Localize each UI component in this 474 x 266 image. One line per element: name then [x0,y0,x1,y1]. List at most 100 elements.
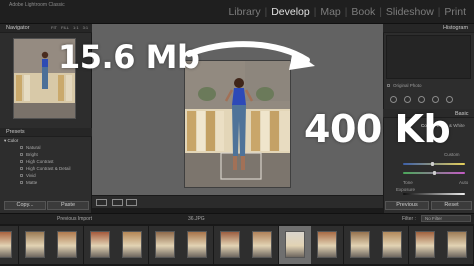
filmstrip-thumb[interactable] [51,226,83,264]
filmstrip-thumb[interactable] [148,226,181,264]
zoom-fill[interactable]: FILL [61,25,69,30]
filmstrip-thumb[interactable] [83,226,116,264]
filmstrip-thumb[interactable] [278,226,311,264]
tone-label: Tone [403,180,413,185]
filmstrip-thumb-image [24,231,45,258]
paste-button[interactable]: Paste [47,201,89,210]
preset-label: Matte [26,180,38,185]
filmstrip-thumb[interactable] [116,226,148,264]
filmstrip-thumb[interactable] [441,226,473,264]
filmstrip [0,224,474,266]
original-size-label: 15.6 Mb [58,38,200,76]
navigator-zoom-options: FIT FILL 1:1 3:1 [51,25,92,30]
red-eye-icon[interactable] [418,96,425,103]
filmstrip-thumb[interactable] [343,226,376,264]
module-map[interactable]: Map [316,6,344,18]
previous-button[interactable]: Previous [385,201,429,210]
spot-removal-icon[interactable] [404,96,411,103]
import-source[interactable]: Previous Import [57,216,92,222]
filmstrip-thumb-image [187,231,207,258]
filmstrip-thumb[interactable] [181,226,213,264]
preset-checkbox [20,160,23,164]
module-print[interactable]: Print [440,6,470,18]
module-slideshow[interactable]: Slideshow [382,6,438,18]
original-photo-checkbox [387,84,390,88]
module-book[interactable]: Book [347,6,379,18]
preset-item[interactable]: High Contrast [20,159,54,164]
title-bar: Adobe Lightroom Classic Library | Develo… [0,0,474,24]
original-photo-label: Original Photo [393,83,422,88]
filter-value: No Filter [425,216,443,221]
filmstrip-thumb[interactable] [376,226,408,264]
compare-view-icon[interactable] [126,199,137,206]
filmstrip-thumb-image [349,231,370,258]
graduated-filter-icon[interactable] [446,96,453,103]
preset-item[interactable]: Bright [20,152,38,157]
filmstrip-thumb[interactable] [246,226,278,264]
zoom-1-1[interactable]: 1:1 [73,25,79,30]
loupe-view-icon[interactable] [96,199,107,206]
filmstrip-thumb-image [317,231,337,258]
app-title: Adobe Lightroom Classic [9,2,65,8]
preset-checkbox [20,146,23,150]
presets-header[interactable]: Presets [0,128,92,137]
reset-button[interactable]: Reset [431,201,472,210]
filmstrip-thumb-image [414,231,435,258]
histogram [386,35,471,79]
preset-label: Bright [26,152,38,157]
crop-tool-icon[interactable] [390,96,397,103]
preset-checkbox [20,153,23,157]
preset-label: High Contrast & Detail [26,166,71,171]
module-develop[interactable]: Develop [267,6,314,18]
zoom-fit[interactable]: FIT [51,25,57,30]
filter-dropdown[interactable]: No Filter [421,215,471,222]
preset-label: High Contrast [26,159,54,164]
preset-item[interactable]: Vivid [20,173,36,178]
module-library[interactable]: Library [224,6,264,18]
preset-item[interactable]: Matte [20,180,37,185]
preset-item[interactable]: Natural [20,145,41,150]
preset-group-color[interactable]: ▾ Color [4,138,18,144]
filmstrip-thumb-image [0,231,12,258]
filmstrip-thumb-image [219,231,240,258]
filmstrip-thumb-image [89,231,110,258]
original-photo-toggle[interactable]: Original Photo [387,83,422,88]
filmstrip-thumb-image [252,231,272,258]
preset-item[interactable]: High Contrast & Detail [20,166,71,171]
tone-auto-button[interactable]: Auto [459,180,468,185]
histogram-header[interactable]: Histogram [383,24,474,33]
copy-button[interactable]: Copy... [4,201,46,210]
filmstrip-thumb-image [122,231,142,258]
tint-slider-handle[interactable] [433,171,436,175]
filmstrip-thumb-image [447,231,467,258]
preset-checkbox [20,181,23,185]
preset-checkbox [20,167,23,171]
filmstrip-thumb[interactable] [408,226,441,264]
current-file-name: 36.JPG [188,216,205,222]
filmstrip-thumb-image [57,231,77,258]
histogram-title: Histogram [443,25,469,31]
filmstrip-thumb[interactable] [0,226,18,264]
filmstrip-thumb[interactable] [18,226,51,264]
exposure-slider[interactable] [403,193,465,195]
profile-value[interactable]: Custom [444,152,460,157]
zoom-3-1[interactable]: 3:1 [83,25,89,30]
arrow-icon [186,41,315,70]
filmstrip-header: Previous Import 36.JPG Filter : [0,213,474,224]
before-after-icon[interactable] [112,199,123,206]
filmstrip-thumb-image [382,231,402,258]
filter-label: Filter : [402,216,416,222]
filmstrip-thumb-image [284,231,305,258]
preset-group-label: Color [7,138,19,143]
filmstrip-thumb[interactable] [213,226,246,264]
module-picker: Library | Develop | Map | Book | Slidesh… [224,6,470,18]
temp-slider[interactable] [403,163,465,165]
filmstrip-thumb[interactable] [311,226,343,264]
exposure-label: Exposure [396,187,416,192]
temp-slider-handle[interactable] [431,162,434,166]
navigator-header[interactable]: Navigator FIT FILL 1:1 3:1 [0,24,92,33]
presets-title: Presets [6,129,25,135]
compressed-size-label: 400 Kb [304,107,451,151]
preset-checkbox [20,174,23,178]
masking-icon[interactable] [432,96,439,103]
